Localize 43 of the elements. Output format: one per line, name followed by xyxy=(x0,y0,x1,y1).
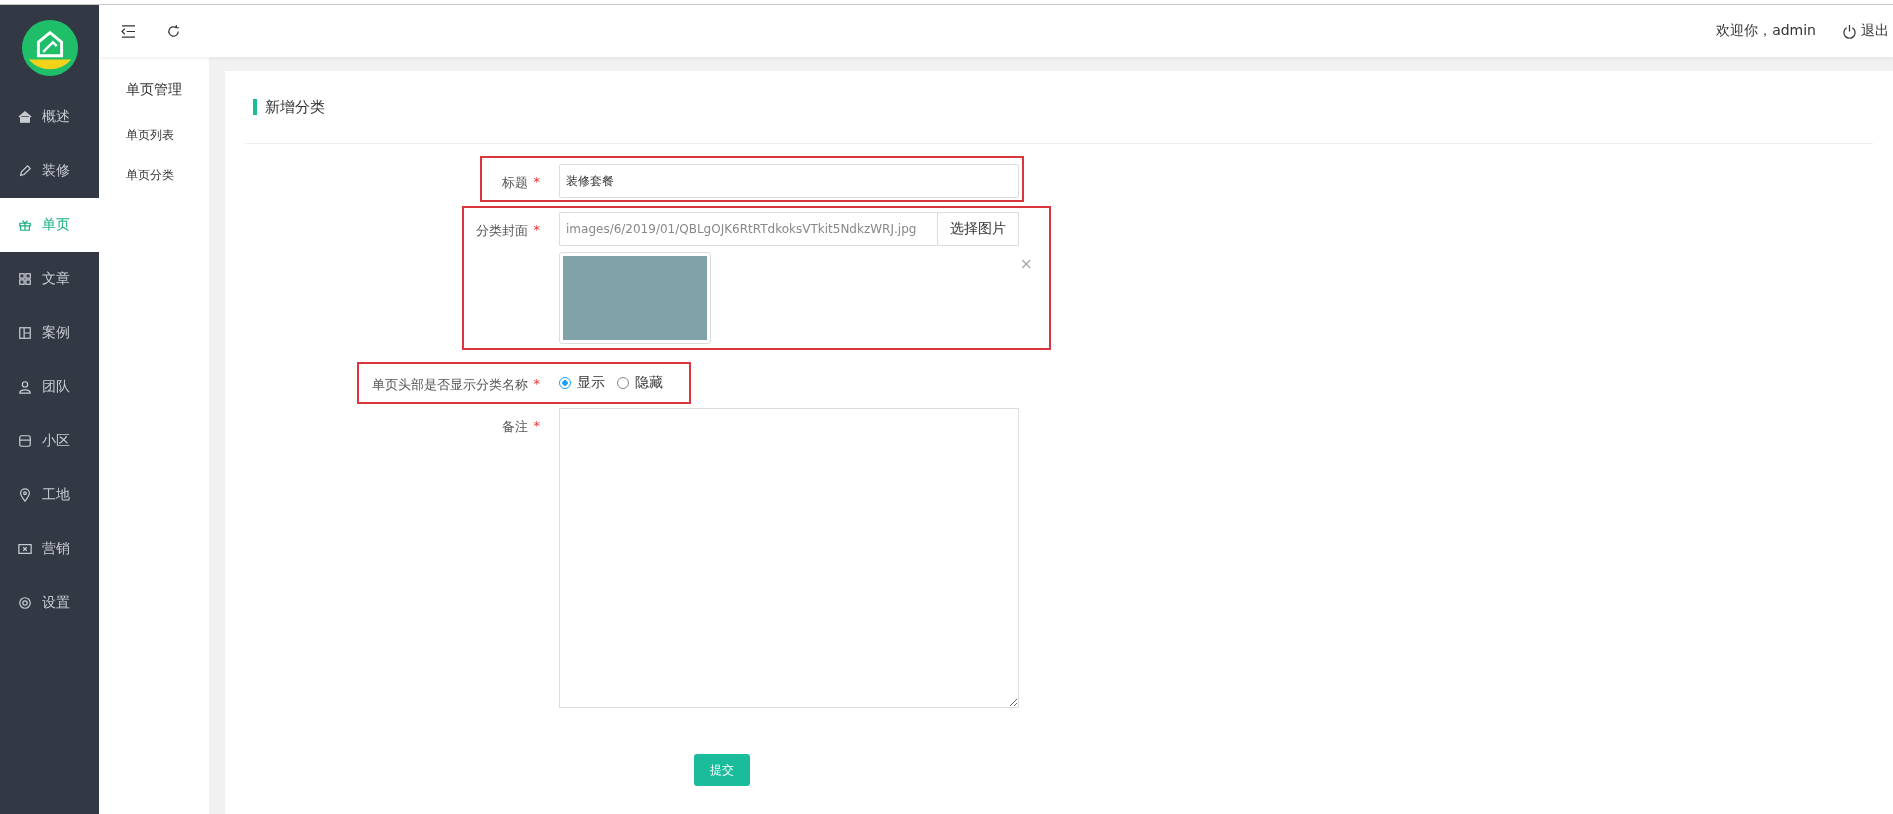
welcome-text: 欢迎你，admin xyxy=(1716,22,1816,40)
field-label: 分类封面 xyxy=(475,222,528,240)
logo-icon xyxy=(20,18,79,77)
logout-link[interactable]: 退出 xyxy=(1842,22,1889,40)
sidebar-item[interactable]: 概述 xyxy=(0,90,99,144)
sidebar-item[interactable]: 案例 xyxy=(0,306,99,360)
choose-image-button[interactable]: 选择图片 xyxy=(937,212,1019,246)
radio-option[interactable]: 隐藏 xyxy=(617,374,663,392)
field-label: 备注 xyxy=(501,418,528,436)
pencil-icon xyxy=(18,164,32,178)
location-pin-icon xyxy=(18,488,32,502)
submenu-title: 单页管理 xyxy=(125,81,183,99)
layout-icon xyxy=(18,326,32,340)
gift-icon xyxy=(18,218,32,232)
ticket-icon xyxy=(18,542,32,556)
home-icon xyxy=(18,110,32,124)
form-title: 新增分类 xyxy=(265,97,325,117)
required-mark: * xyxy=(533,222,540,239)
settings-icon xyxy=(18,596,32,610)
refresh-icon[interactable] xyxy=(166,23,181,39)
sidebar-item[interactable]: 文章 xyxy=(0,252,99,306)
required-mark: * xyxy=(533,174,540,191)
sidebar-item[interactable]: 工地 xyxy=(0,468,99,522)
title-input[interactable]: 装修套餐 xyxy=(559,164,1019,198)
power-icon xyxy=(1842,23,1857,39)
store-icon xyxy=(18,434,32,448)
field-label: 标题 xyxy=(501,174,528,192)
sidebar-item[interactable]: 小区 xyxy=(0,414,99,468)
sidebar-item[interactable]: 装修 xyxy=(0,144,99,198)
image-path-input[interactable]: images/6/2019/01/QBLgOJK6RtRTdkoksVTkit5NdkzWRJ.jpg xyxy=(559,212,937,246)
grid-icon xyxy=(18,272,32,286)
required-mark: * xyxy=(533,418,540,435)
user-icon xyxy=(18,380,32,394)
field-label: 单页头部是否显示分类名称 xyxy=(371,376,528,394)
sidebar-item[interactable]: 设置 xyxy=(0,576,99,630)
submenu-item[interactable]: 单页列表 xyxy=(99,127,209,167)
sidebar-item[interactable]: 营销 xyxy=(0,522,99,576)
sidebar-item[interactable]: 团队 xyxy=(0,360,99,414)
menu-icon[interactable] xyxy=(121,24,136,38)
radio-button[interactable] xyxy=(559,377,571,389)
radio-option[interactable]: 显示 xyxy=(559,374,605,392)
required-mark: * xyxy=(533,376,540,393)
submenu-item[interactable]: 单页分类 xyxy=(99,167,209,207)
